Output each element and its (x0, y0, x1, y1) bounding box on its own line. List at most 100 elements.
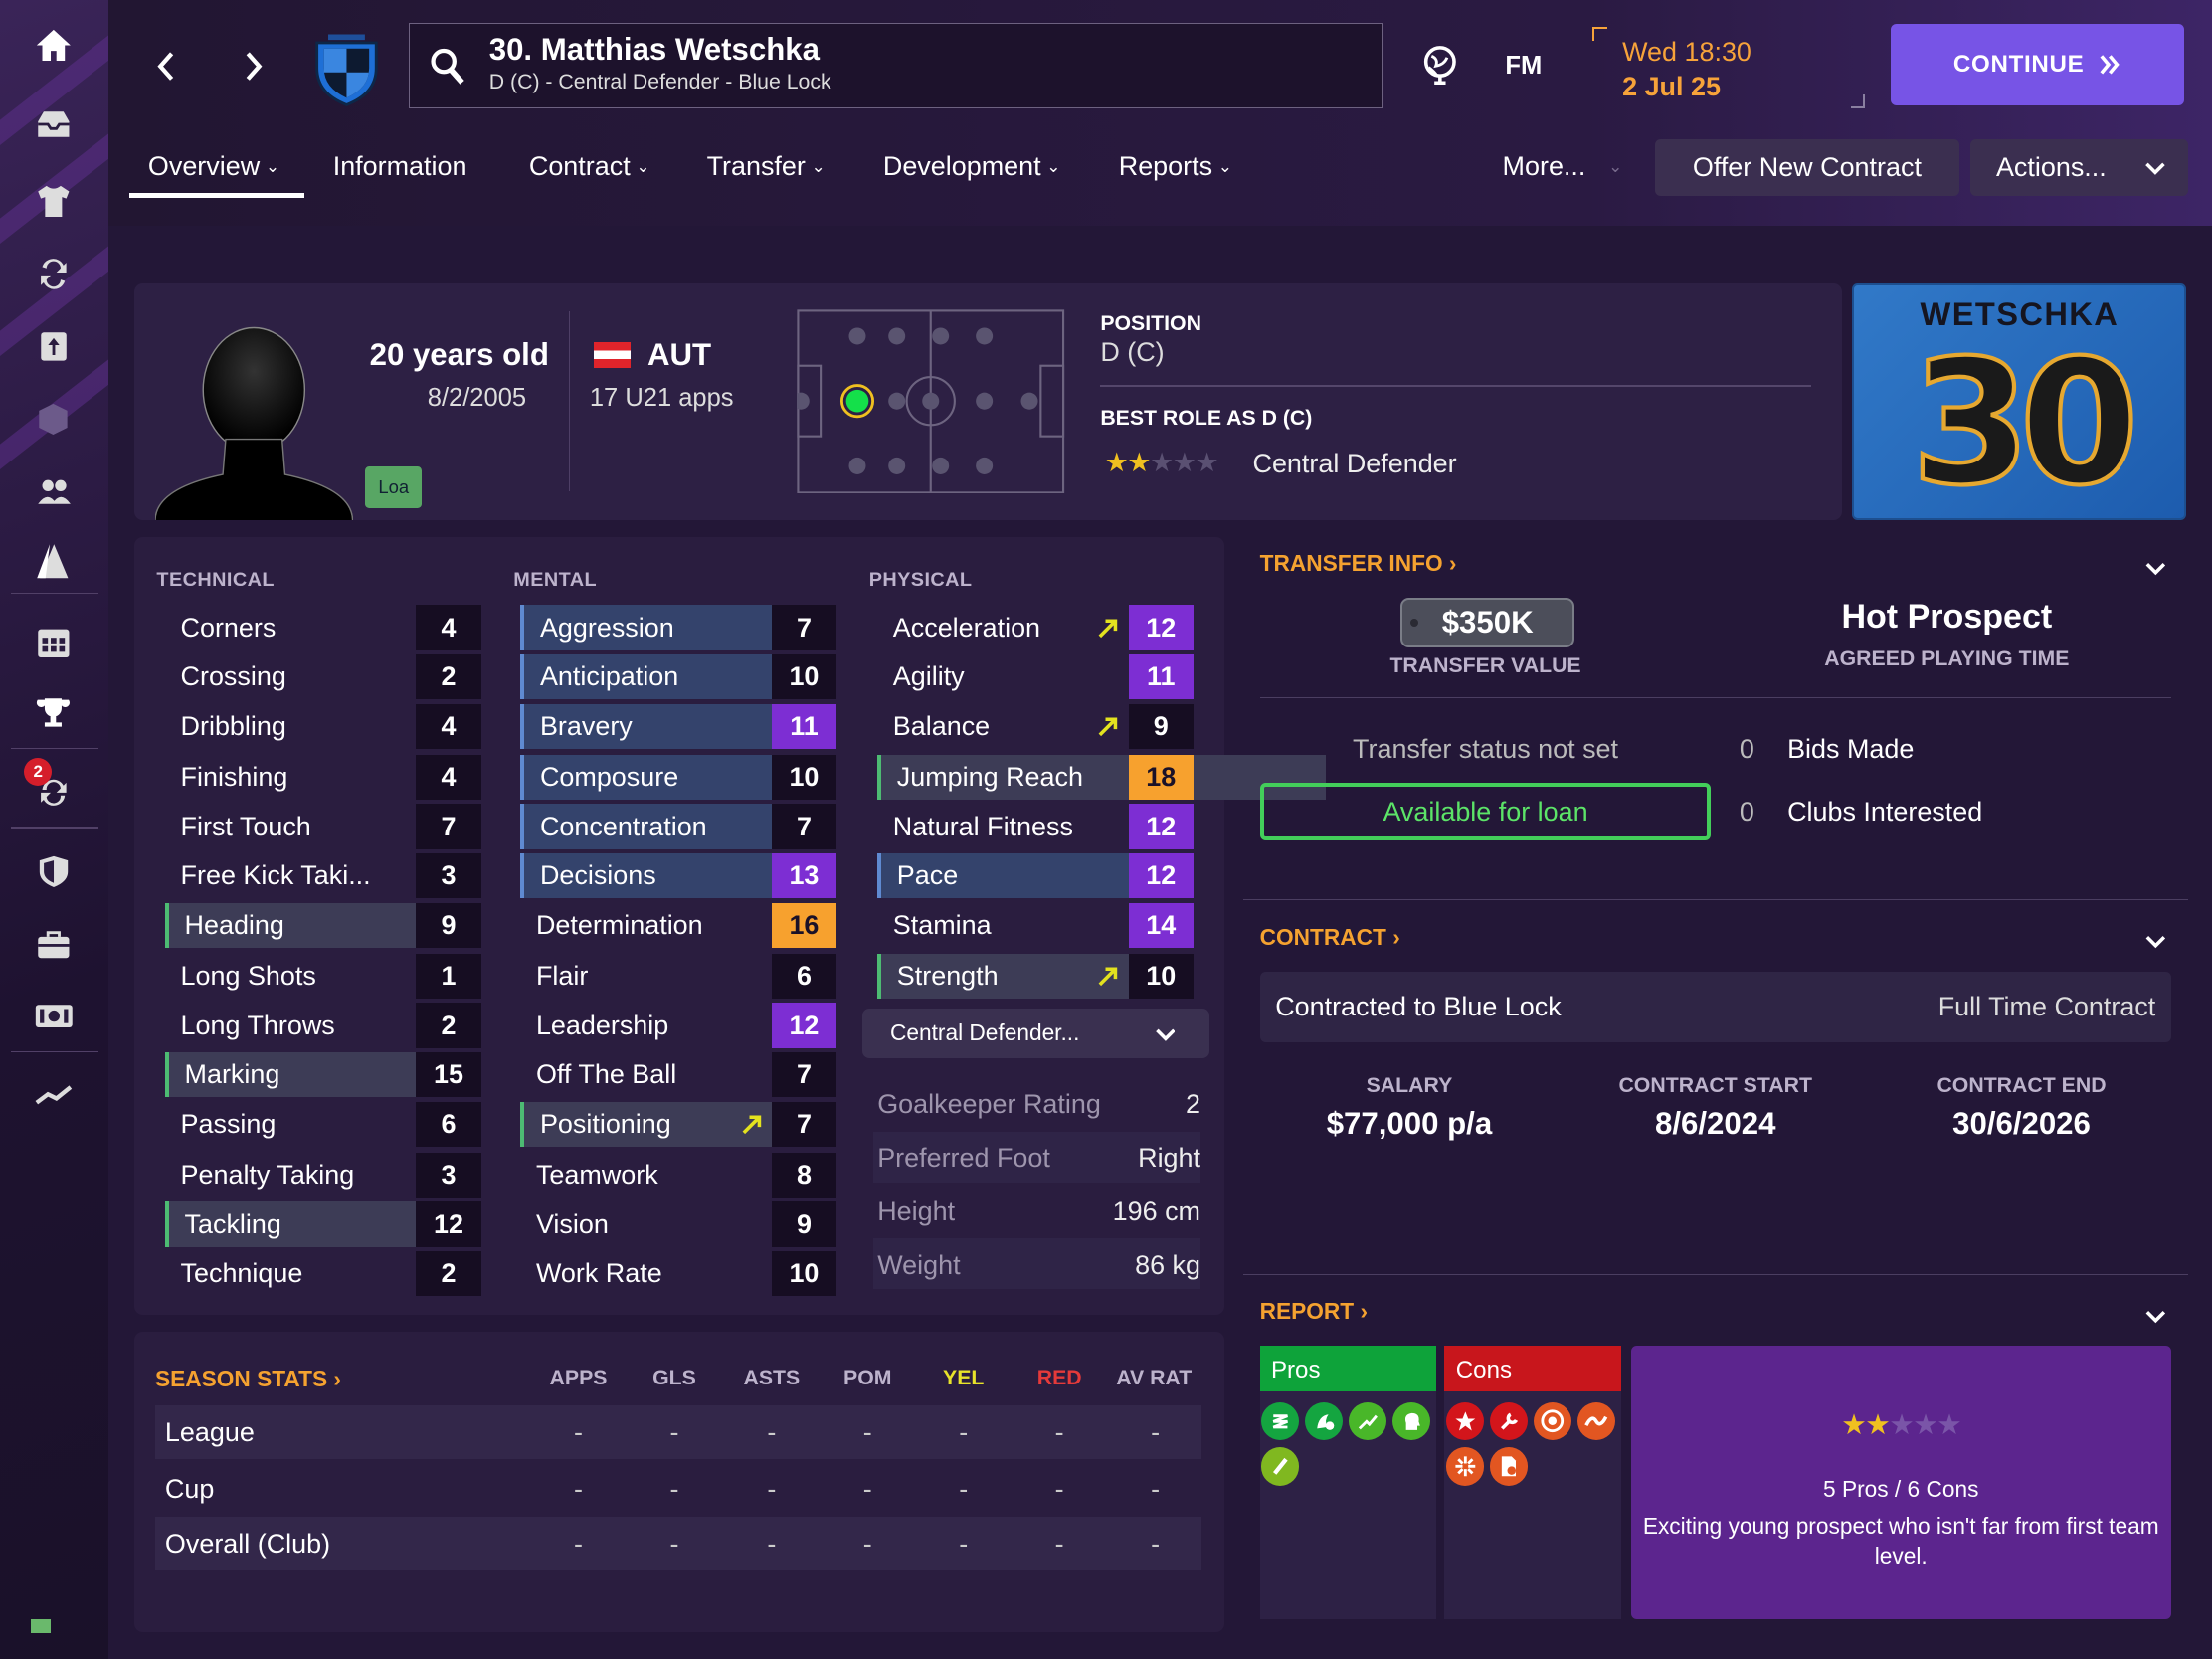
col-gls[interactable]: GLS (640, 1366, 710, 1390)
table-row[interactable]: Cup - - - - - - - (155, 1461, 1201, 1515)
season-stats-header[interactable]: SEASON STATS › (155, 1366, 341, 1392)
tab-information[interactable]: Information (333, 151, 467, 182)
attr-row[interactable]: Strength 10 (877, 953, 1194, 1000)
attr-row[interactable]: Crossing 2 (165, 654, 481, 700)
attr-row[interactable]: Balance 9 (877, 703, 1194, 750)
attr-row[interactable]: Anticipation 10 (520, 654, 837, 700)
club-badge-icon[interactable] (26, 394, 83, 445)
mentality-icon[interactable] (1391, 1401, 1431, 1441)
attr-row[interactable]: Acceleration 12 (877, 605, 1194, 650)
report-summary[interactable]: ★★★★★ 5 Pros / 6 Cons Exciting young pro… (1630, 1346, 2171, 1620)
attr-row[interactable]: Passing 6 (165, 1101, 481, 1148)
col-yel[interactable]: YEL (928, 1366, 999, 1390)
attr-row[interactable]: Work Rate 10 (520, 1251, 837, 1297)
development-icon[interactable] (26, 321, 83, 372)
tactics-icon[interactable] (26, 536, 83, 587)
document-icon[interactable] (1489, 1447, 1529, 1486)
attr-row[interactable]: Technique 2 (165, 1251, 481, 1297)
squad-shirt-icon[interactable] (26, 176, 83, 227)
nationality[interactable]: AUT (594, 337, 711, 373)
chevron-down-icon[interactable] (2144, 933, 2167, 950)
club-crest-icon[interactable] (311, 26, 382, 107)
shield-icon[interactable] (26, 846, 83, 897)
attr-row[interactable]: Long Throws 2 (165, 1003, 481, 1048)
star-icon[interactable] (1445, 1401, 1485, 1441)
report-header[interactable]: REPORT › (1260, 1298, 1368, 1325)
finances-icon[interactable] (26, 991, 83, 1041)
tab-reports[interactable]: Reports ⌄ (1119, 151, 1232, 182)
table-row[interactable]: League - - - - - - - (155, 1404, 1202, 1459)
tab-contract[interactable]: Contract ⌄ (529, 151, 650, 182)
attr-row[interactable]: Composure 10 (520, 754, 837, 801)
physical-icon[interactable] (1261, 1447, 1300, 1486)
col-red[interactable]: RED (1024, 1366, 1095, 1390)
transfers-icon[interactable] (26, 249, 83, 299)
offer-new-contract-button[interactable]: Offer New Contract (1654, 139, 1960, 197)
position-pitch[interactable] (793, 308, 1065, 494)
role-dropdown[interactable]: Central Defender... (861, 1009, 1209, 1058)
attr-row[interactable]: Concentration 7 (520, 804, 837, 849)
loan-badge[interactable]: Loa (365, 466, 423, 508)
attr-row[interactable]: Penalty Taking 3 (165, 1152, 481, 1198)
col-apps[interactable]: APPS (543, 1366, 614, 1390)
attr-row[interactable]: Marking 15 (164, 1052, 481, 1098)
work-rate-icon[interactable] (1261, 1401, 1300, 1441)
globe-icon[interactable] (1420, 45, 1460, 86)
attr-row[interactable]: Determination 16 (520, 902, 837, 949)
transfer-info-header[interactable]: TRANSFER INFO › (1260, 550, 1457, 577)
attr-row[interactable]: Long Shots 1 (165, 953, 481, 1000)
continue-button[interactable]: CONTINUE (1890, 24, 2184, 106)
trend-icon[interactable] (26, 1069, 83, 1120)
inbox-icon[interactable] (26, 98, 83, 149)
back-arrow-icon[interactable] (145, 43, 188, 91)
attr-row[interactable]: Agility 11 (877, 654, 1194, 700)
best-role-value[interactable]: Central Defender (1253, 449, 1457, 479)
available-for-loan-status[interactable]: Available for loan (1259, 783, 1712, 841)
attr-row[interactable]: Flair 6 (520, 953, 837, 1000)
attr-row[interactable]: Dribbling 4 (165, 703, 481, 750)
staff-icon[interactable] (26, 465, 83, 516)
col-asts[interactable]: ASTS (736, 1366, 807, 1390)
home-icon[interactable] (26, 20, 83, 71)
chevron-down-icon[interactable] (2144, 560, 2167, 577)
search-icon[interactable] (430, 46, 466, 86)
contract-header[interactable]: CONTRACT › (1260, 924, 1400, 951)
target-icon[interactable] (1533, 1401, 1572, 1441)
attr-row[interactable]: Natural Fitness 12 (877, 804, 1194, 849)
passing-icon[interactable] (1576, 1401, 1615, 1441)
progress-icon[interactable] (1348, 1401, 1387, 1441)
attr-row[interactable]: Leadership 12 (520, 1003, 837, 1048)
attr-row[interactable]: Finishing 4 (165, 754, 481, 801)
chevron-down-icon[interactable] (2144, 1308, 2167, 1325)
calendar-icon[interactable] (26, 617, 83, 667)
attr-row[interactable]: Decisions 13 (520, 853, 837, 899)
defending-icon[interactable] (1304, 1401, 1344, 1441)
burst-icon[interactable] (1445, 1447, 1485, 1486)
attr-row[interactable]: Teamwork 8 (520, 1152, 837, 1198)
wrench-icon[interactable] (1489, 1401, 1529, 1441)
game-clock[interactable]: Wed 18:30 2 Jul 25 (1622, 37, 1751, 102)
col-av-rat[interactable]: AV RAT (1112, 1366, 1197, 1390)
col-pom[interactable]: POM (832, 1366, 903, 1390)
forward-arrow-icon[interactable] (233, 43, 276, 91)
attr-row[interactable]: Aggression 7 (520, 605, 837, 650)
attr-row[interactable]: Corners 4 (165, 605, 481, 650)
attr-row[interactable]: Off The Ball 7 (520, 1052, 837, 1098)
attr-row[interactable]: Bravery 11 (520, 703, 837, 750)
tab-overview[interactable]: Overview ⌄ (148, 151, 279, 182)
tab-development[interactable]: Development ⌄ (883, 151, 1061, 182)
attr-row[interactable]: First Touch 7 (165, 804, 481, 849)
attr-row[interactable]: Jumping Reach 18 (877, 754, 1194, 801)
attr-row[interactable]: Tackling 12 (164, 1201, 481, 1247)
fm-logo[interactable]: FM (1505, 52, 1542, 81)
attr-row[interactable]: Heading 9 (164, 902, 481, 949)
briefcase-icon[interactable] (26, 918, 83, 969)
player-search-box[interactable]: 30. Matthias Wetschka D (C) - Central De… (409, 22, 1382, 109)
attr-row[interactable]: Stamina 14 (877, 902, 1194, 949)
tab-transfer[interactable]: Transfer ⌄ (707, 151, 826, 182)
transfer-value-tag[interactable]: $350K (1400, 598, 1574, 648)
tab-more[interactable]: More... ⌄ (1503, 151, 1623, 182)
actions-button[interactable]: Actions... (1970, 139, 2188, 197)
attr-row[interactable]: Pace 12 (877, 853, 1194, 899)
attr-row[interactable]: Positioning 7 (520, 1101, 837, 1148)
